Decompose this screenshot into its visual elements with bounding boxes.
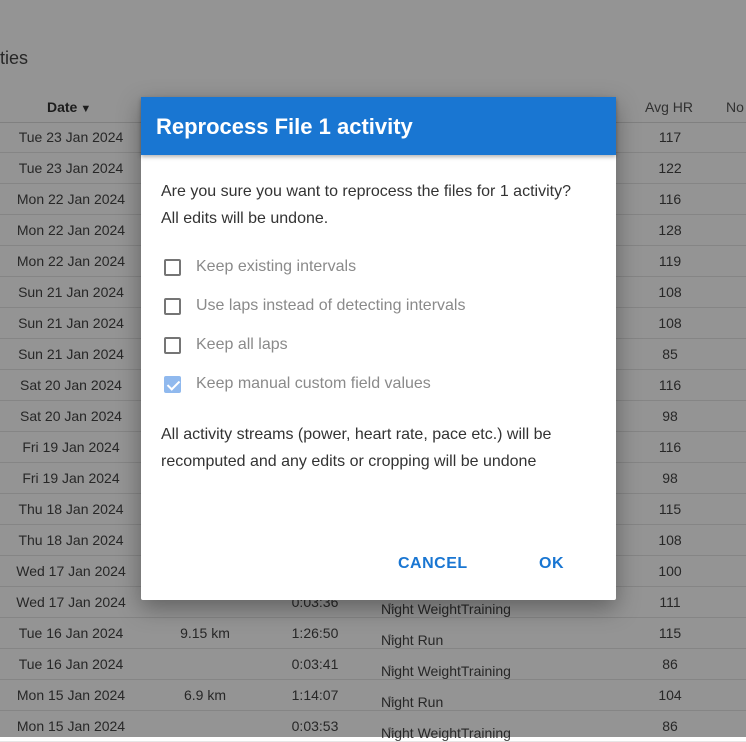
checkbox-label: Keep existing intervals (196, 258, 357, 275)
checkbox[interactable] (164, 298, 181, 315)
checkbox[interactable] (164, 259, 181, 276)
dialog-note: All activity streams (power, heart rate,… (161, 426, 552, 470)
dialog-message: Are you sure you want to reprocess the f… (161, 183, 571, 227)
checkbox-label: Keep all laps (196, 336, 288, 353)
checkbox-checked[interactable] (164, 376, 181, 393)
dialog-header: Reprocess File 1 activity (141, 97, 616, 155)
reprocess-dialog: Reprocess File 1 activity Are you sure y… (141, 97, 616, 600)
checkbox[interactable] (164, 337, 181, 354)
dialog-title: Reprocess File 1 activity (156, 114, 413, 139)
cancel-button[interactable]: CANCEL (398, 555, 468, 573)
ok-button[interactable]: OK (539, 555, 564, 573)
checkbox-label: Use laps instead of detecting intervals (196, 297, 466, 314)
checkbox-label: Keep manual custom field values (196, 375, 431, 392)
